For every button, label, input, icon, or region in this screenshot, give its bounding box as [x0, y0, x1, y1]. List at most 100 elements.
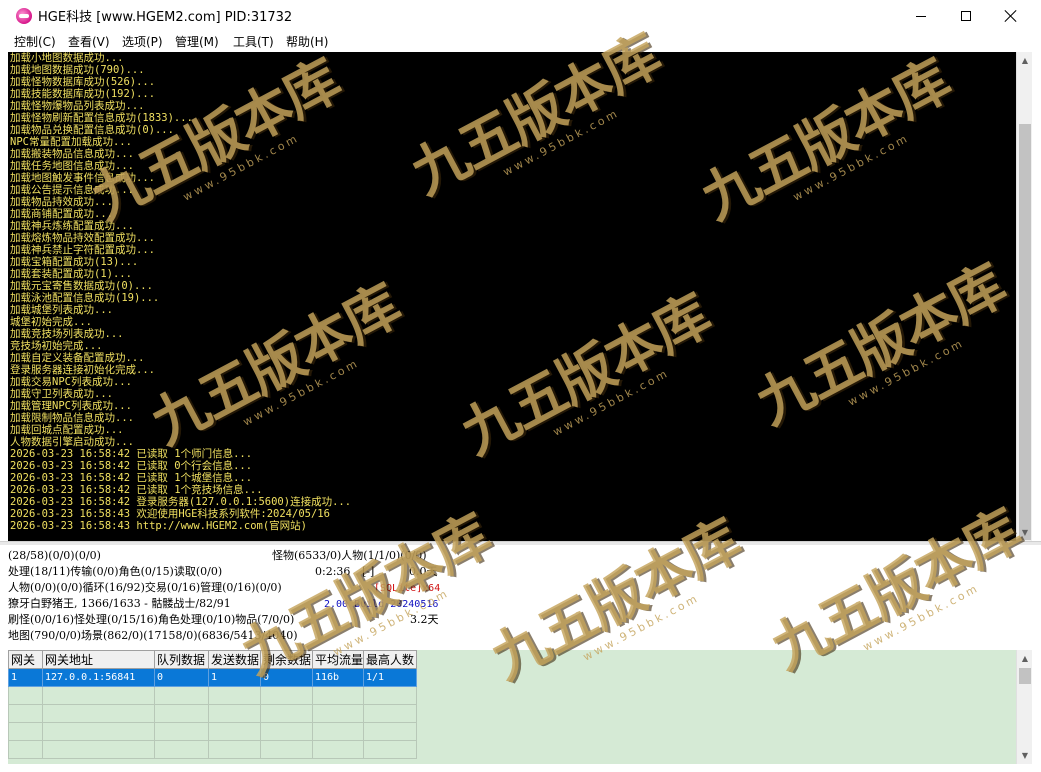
log-line: NPC常量配置加载成功... — [10, 136, 132, 148]
menu-bar: 控制(C) 查看(V) 选项(P) 管理(M) 工具(T) 帮助(H) — [0, 32, 1041, 51]
log-line: 2026-03-23 16:58:43 欢迎使用HGE科技系列软件:2024/0… — [10, 508, 330, 520]
col-avg-traffic[interactable]: 平均流量 — [312, 650, 364, 669]
table-row-empty — [8, 722, 417, 741]
grid-scroll-thumb[interactable] — [1019, 668, 1031, 684]
log-line: 加载技能数据库成功(192)... — [10, 88, 156, 100]
minimize-icon — [916, 15, 926, 17]
log-line: 加载任务地图信息成功... — [10, 160, 134, 172]
log-line: 加载怪物刷新配置信息成功(1833)... — [10, 112, 193, 124]
log-line: 加载物品持效成功... — [10, 196, 113, 208]
log-line: 加载地图触发事件信息成功... — [10, 172, 155, 184]
log-line: 2026-03-23 16:58:42 登录服务器(127.0.0.1:5600… — [10, 496, 352, 508]
status-days: 0.0天 — [409, 565, 438, 578]
log-line: 2026-03-23 16:58:42 已读取 1个师门信息... — [10, 448, 253, 460]
log-line: 2026-03-23 16:58:42 已读取 1个竞技场信息... — [10, 484, 263, 496]
log-line: 竞技场初始完成... — [10, 340, 103, 352]
col-remaining-data[interactable]: 剩余数据 — [260, 650, 313, 669]
status-refresh: 刷怪(0/0/16)怪处理(0/15/16)角色处理(0/10)物品(7/0/0… — [8, 613, 295, 626]
log-line: 2026-03-23 16:58:42 已读取 0个行会信息... — [10, 460, 253, 472]
cell-gateway: 1 — [8, 668, 43, 687]
menu-options[interactable]: 选项(P) — [122, 33, 163, 50]
log-line: 城堡初始完成... — [10, 316, 92, 328]
log-line: 加载管理NPC列表成功... — [10, 400, 132, 412]
scroll-down-icon[interactable]: ▼ — [1017, 524, 1033, 541]
status-monster-info: 獠牙白野猪王, 1366/1633 - 骷髅战士/82/91 — [8, 597, 231, 610]
cell-remaining: 0 — [260, 668, 313, 687]
log-line: 加载公告提示信息成功... — [10, 184, 134, 196]
cell-queue: 0 — [154, 668, 209, 687]
status-uptime: 0:2:36 — [315, 565, 351, 578]
log-line: 2026-03-23 16:58:43 http://www.HGEM2.com… — [10, 520, 308, 532]
db-badge: [SQLite]x64 — [374, 583, 441, 594]
col-max-users[interactable]: 最高人数 — [363, 650, 417, 669]
status-panel: (28/58)(0/0)(0/0) 怪物(6533/0)人物(1/1/0)(0/… — [0, 545, 1032, 649]
status-days-2: 3.2天 — [410, 613, 439, 626]
log-line: 加载神兵禁止字符配置成功... — [10, 244, 155, 256]
cell-avg: 116b — [312, 668, 364, 687]
maximize-button[interactable] — [943, 0, 989, 32]
log-line: 加载怪物数据库成功(526)... — [10, 76, 156, 88]
window-edge — [1032, 51, 1041, 772]
log-line: 加载宝箱配置成功(13)... — [10, 256, 139, 268]
log-line: 加载回城点配置成功... — [10, 424, 124, 436]
cell-address: 127.0.0.1:56841 — [42, 668, 155, 687]
menu-tools[interactable]: 工具(T) — [233, 33, 274, 50]
log-line: 加载守卫列表成功... — [10, 388, 113, 400]
log-line: 人物数据引擎启动成功... — [10, 436, 134, 448]
col-sent-data[interactable]: 发送数据 — [208, 650, 261, 669]
col-gateway-address[interactable]: 网关地址 — [42, 650, 155, 669]
menu-view[interactable]: 查看(V) — [68, 33, 110, 50]
status-counts: (28/58)(0/0)(0/0) — [8, 549, 101, 562]
menu-manage[interactable]: 管理(M) — [175, 33, 219, 50]
close-icon — [1005, 10, 1017, 22]
table-row-empty — [8, 686, 417, 705]
console-scrollbar[interactable]: ▲ ▼ — [1016, 52, 1032, 541]
maximize-icon — [961, 11, 971, 21]
table-header-row: 网关 网关地址 队列数据 发送数据 剩余数据 平均流量 最高人数 — [8, 650, 417, 669]
log-line: 加载地图数据成功(790)... — [10, 64, 145, 76]
col-gateway[interactable]: 网关 — [8, 650, 43, 669]
minimize-button[interactable] — [898, 0, 944, 32]
table-row-empty — [8, 704, 417, 723]
log-line: 加载套装配置成功(1)... — [10, 268, 132, 280]
window-title: HGE科技 [www.HGEM2.com] PID:31732 — [38, 10, 293, 25]
log-line: 加载熔炼物品持效配置成功... — [10, 232, 155, 244]
log-line: 加载泳池配置信息成功(19)... — [10, 292, 160, 304]
cell-max: 1/1 — [363, 668, 417, 687]
app-icon[interactable] — [16, 8, 32, 24]
log-console[interactable]: 加载小地图数据成功... 加载地图数据成功(790)... 加载怪物数据库成功(52… — [8, 52, 1016, 541]
table-row-empty — [8, 740, 417, 759]
log-line: 加载神兵炼练配置成功... — [10, 220, 134, 232]
log-line: 加载小地图数据成功... — [10, 52, 124, 64]
status-flag: [-] — [362, 565, 375, 578]
close-button[interactable] — [988, 0, 1034, 32]
status-processing: 处理(18/11)传输(0/0)角色(0/15)读取(0/0) — [8, 565, 223, 578]
log-line: 加载怪物爆物品列表成功... — [10, 100, 145, 112]
col-queue-data[interactable]: 队列数据 — [154, 650, 209, 669]
log-line: 加载元宝寄售数据成功(0)... — [10, 280, 153, 292]
title-bar: HGE科技 [www.HGEM2.com] PID:31732 — [0, 0, 1041, 32]
scroll-down-icon[interactable]: ▼ — [1017, 747, 1033, 764]
status-monsters: 怪物(6533/0)人物(1/1/0)(0/0) — [272, 549, 427, 562]
menu-help[interactable]: 帮助(H) — [286, 33, 328, 50]
grid-scrollbar[interactable]: ▲ ▼ — [1016, 650, 1032, 764]
scroll-up-icon[interactable]: ▲ — [1017, 650, 1033, 667]
status-players: 人物(0/0)(0/0)循环(16/92)交易(0/16)管理(0/16)(0/… — [8, 581, 282, 594]
log-line: 加载搬装物品信息成功... — [10, 148, 134, 160]
log-line: 加载限制物品信息成功... — [10, 412, 134, 424]
log-line: 2026-03-23 16:58:42 已读取 1个城堡信息... — [10, 472, 253, 484]
table-row[interactable]: 1 127.0.0.1:56841 0 1 0 116b 1/1 — [8, 668, 417, 687]
gateway-grid-area[interactable]: 网关 网关地址 队列数据 发送数据 剩余数据 平均流量 最高人数 1 127.0… — [8, 650, 1016, 764]
scroll-up-icon[interactable]: ▲ — [1017, 52, 1033, 69]
console-scroll-thumb[interactable] — [1019, 124, 1031, 540]
log-line: 加载自定义装备配置成功... — [10, 352, 145, 364]
log-line: 加载商铺配置成功... — [10, 208, 113, 220]
log-line: 登录服务器连接初始化完成... — [10, 364, 155, 376]
log-line: 加载城堡列表成功... — [10, 304, 113, 316]
gateway-table: 网关 网关地址 队列数据 发送数据 剩余数据 平均流量 最高人数 1 127.0… — [8, 650, 417, 759]
build-version: 2.00 Build 20240516 — [324, 599, 439, 610]
status-map: 地图(790/0/0)场景(862/0)(17158/0)(6836/5413/… — [8, 629, 298, 642]
menu-control[interactable]: 控制(C) — [14, 33, 56, 50]
log-lines: 加载小地图数据成功... 加载地图数据成功(790)... 加载怪物数据库成功(52… — [10, 52, 351, 532]
log-line: 加载竞技场列表成功... — [10, 328, 124, 340]
